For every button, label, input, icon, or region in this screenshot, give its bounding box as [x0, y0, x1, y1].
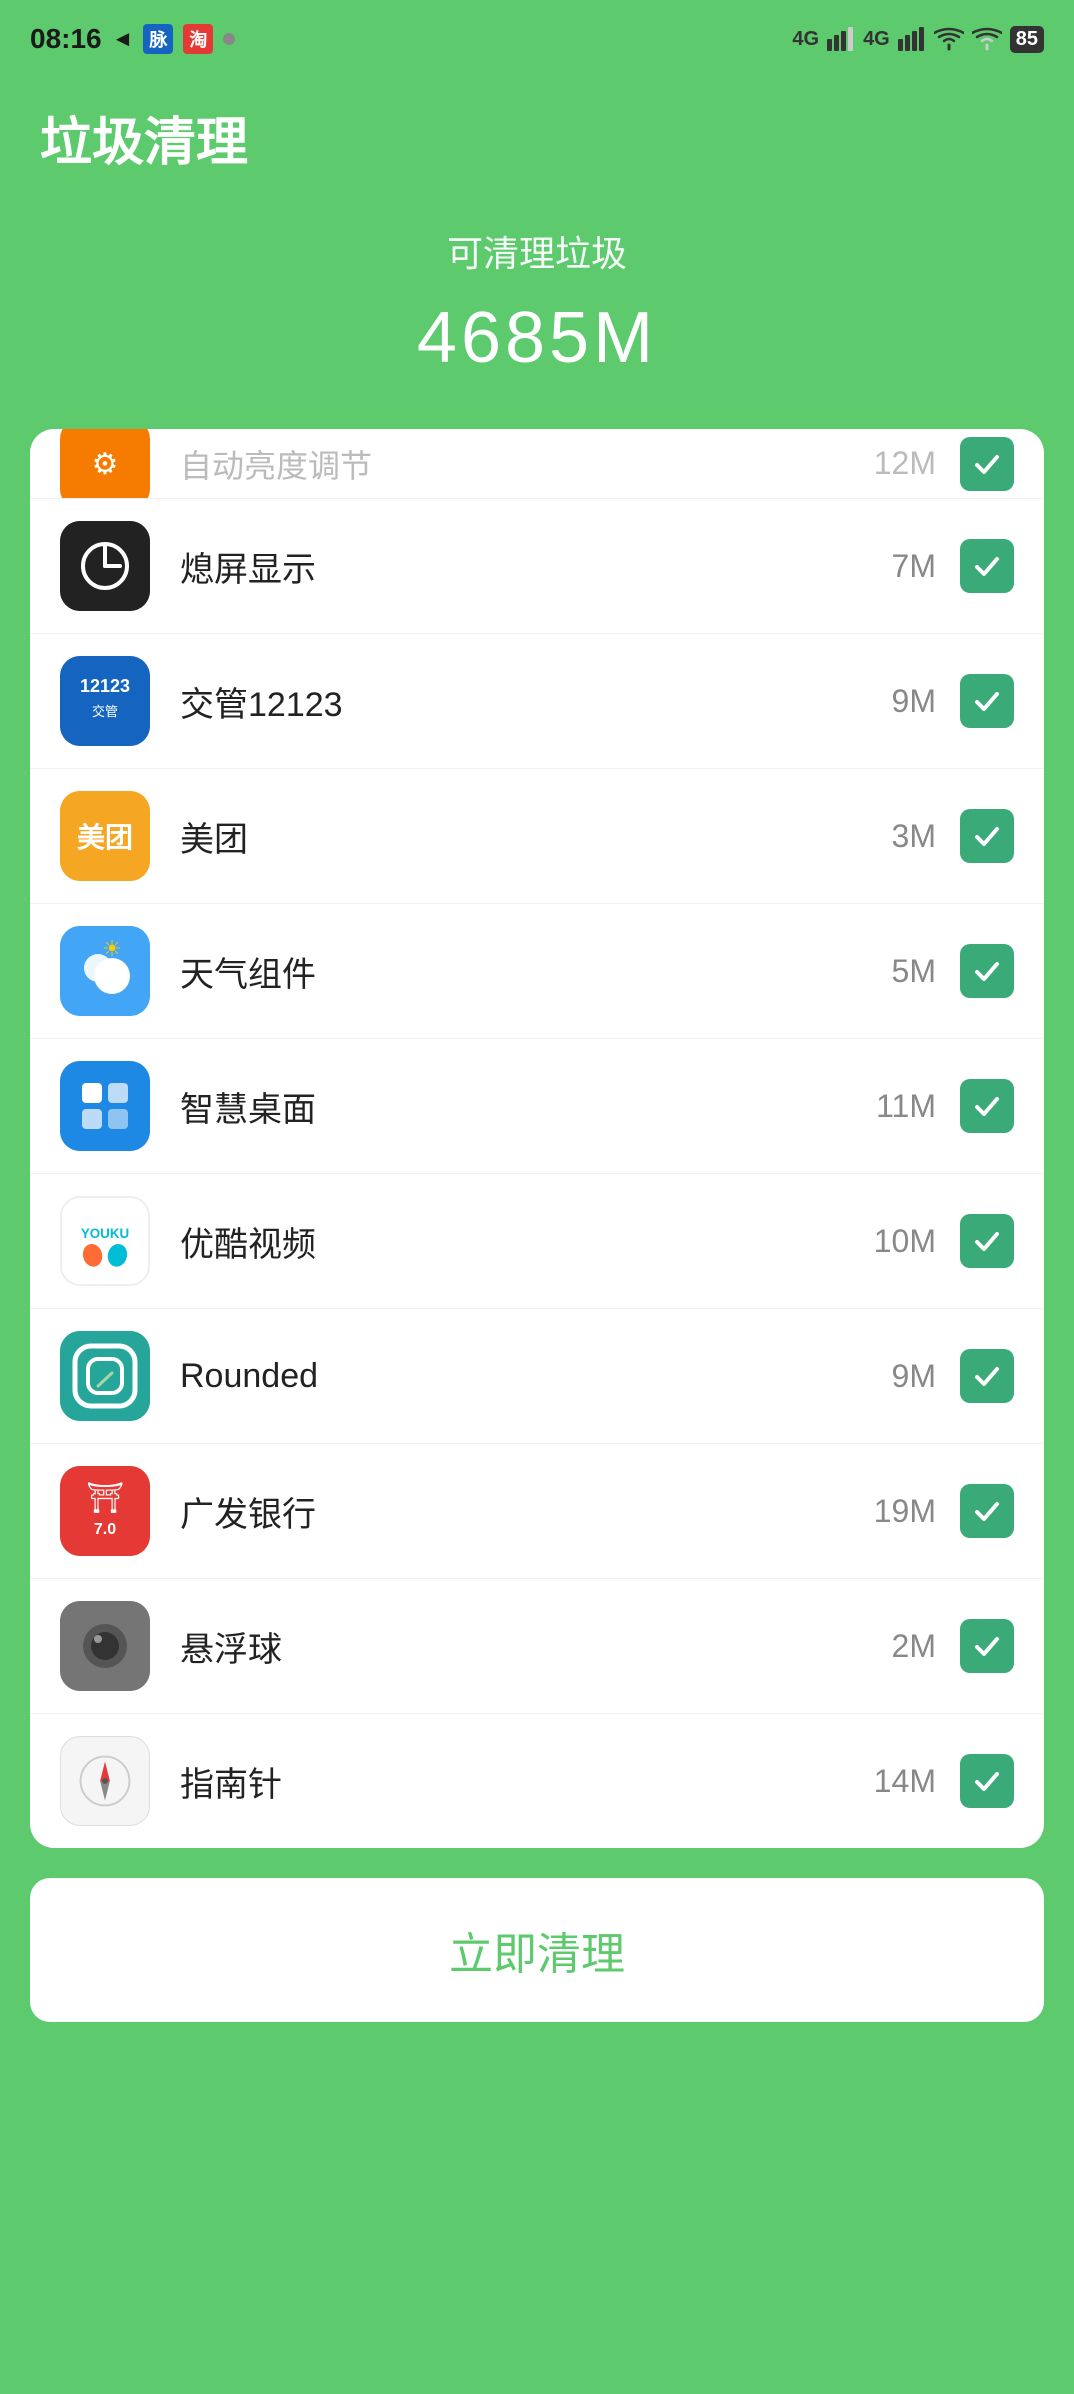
app-icon-guangfa: ⛩ 7.0	[60, 1466, 150, 1556]
list-item: 智慧桌面 11M	[30, 1039, 1044, 1174]
wifi-2-icon	[972, 27, 1002, 51]
app-name-meituan: 美团	[180, 812, 856, 861]
app-size-desktop: 11M	[856, 1088, 936, 1125]
hero-size: 4685M	[20, 297, 1054, 379]
header: 垃圾清理	[0, 70, 1074, 185]
svg-text:☀: ☀	[102, 936, 122, 961]
signal-4g-2-icon: 4G	[863, 28, 890, 51]
svg-text:7.0: 7.0	[94, 1521, 116, 1538]
app-icon-compass	[60, 1736, 150, 1826]
app-row-partial: ⚙ 自动亮度调节 12M	[30, 429, 1044, 499]
svg-text:⛩: ⛩	[86, 1482, 124, 1515]
checkbox-youku[interactable]	[960, 1214, 1014, 1268]
app-icon-jiaoguan: 12123 交管	[60, 656, 150, 746]
app-size-weather: 5M	[856, 953, 936, 990]
signal-bars-icon	[827, 27, 855, 51]
dot-icon	[223, 33, 235, 45]
app-name-weather: 天气组件	[180, 947, 856, 996]
battery-indicator: 85	[1010, 26, 1044, 53]
wifi-icon	[934, 27, 964, 51]
checkbox-meituan[interactable]	[960, 809, 1014, 863]
checkbox-weather[interactable]	[960, 944, 1014, 998]
app-icon-desktop	[60, 1061, 150, 1151]
app-size-float: 2M	[856, 1628, 936, 1665]
app-icon-aodisplay	[60, 521, 150, 611]
list-item: 指南针 14M	[30, 1714, 1044, 1848]
svg-text:YOUKU: YOUKU	[81, 1226, 129, 1241]
status-right: 4G 4G 85	[792, 26, 1044, 53]
app-name-jiaoguan: 交管12123	[180, 677, 856, 726]
app-icon-meituan: 美团	[60, 791, 150, 881]
app-size-jiaoguan: 9M	[856, 683, 936, 720]
checkbox-guangfa[interactable]	[960, 1484, 1014, 1538]
checkbox-desktop[interactable]	[960, 1079, 1014, 1133]
checkbox-rounded[interactable]	[960, 1349, 1014, 1403]
partial-checkbox[interactable]	[960, 437, 1014, 491]
partial-app-name: 自动亮度调节	[180, 441, 856, 487]
app-size-guangfa: 19M	[856, 1493, 936, 1530]
partial-app-size: 12M	[856, 445, 936, 482]
checkbox-float[interactable]	[960, 1619, 1014, 1673]
app-icon-1: 脉	[143, 24, 173, 54]
app-size-compass: 14M	[856, 1763, 936, 1800]
status-bar: 08:16 ◄ 脉 淘 4G 4G 85	[0, 0, 1074, 70]
checkbox-compass[interactable]	[960, 1754, 1014, 1808]
hero-label: 可清理垃圾	[20, 225, 1054, 277]
battery-level: 85	[1016, 28, 1038, 51]
list-item: 熄屏显示 7M	[30, 499, 1044, 634]
list-item: Rounded 9M	[30, 1309, 1044, 1444]
app-icon-rounded	[60, 1331, 150, 1421]
app-name-float: 悬浮球	[180, 1622, 856, 1671]
signal-bars-2-icon	[898, 27, 926, 51]
app-icon-weather: ☀	[60, 926, 150, 1016]
app-name-desktop: 智慧桌面	[180, 1082, 856, 1131]
app-icon-float	[60, 1601, 150, 1691]
nav-icon: ◄	[112, 26, 134, 52]
signal-4g-icon: 4G	[792, 28, 819, 51]
app-icon-youku: YOUKU	[60, 1196, 150, 1286]
list-item: 悬浮球 2M	[30, 1579, 1044, 1714]
list-item: ☀ 天气组件 5M	[30, 904, 1044, 1039]
svg-text:⚙: ⚙	[92, 448, 119, 481]
app-size-aodisplay: 7M	[856, 548, 936, 585]
checkbox-aodisplay[interactable]	[960, 539, 1014, 593]
app-name-rounded: Rounded	[180, 1357, 856, 1396]
list-item: 12123 交管 交管12123 9M	[30, 634, 1044, 769]
app-icon-2: 淘	[183, 24, 213, 54]
hero-section: 可清理垃圾 4685M	[0, 185, 1074, 429]
app-name-youku: 优酷视频	[180, 1217, 856, 1266]
page-title: 垃圾清理	[40, 100, 1034, 175]
clean-button[interactable]: 立即清理	[30, 1878, 1044, 2022]
status-left: 08:16 ◄ 脉 淘	[30, 23, 235, 55]
time-display: 08:16	[30, 23, 102, 55]
app-name-aodisplay: 熄屏显示	[180, 542, 856, 591]
app-size-meituan: 3M	[856, 818, 936, 855]
checkbox-jiaoguan[interactable]	[960, 674, 1014, 728]
list-item: YOUKU 优酷视频 10M	[30, 1174, 1044, 1309]
list-item: 美团 美团 3M	[30, 769, 1044, 904]
svg-text:交管: 交管	[92, 704, 118, 719]
list-item: ⛩ 7.0 广发银行 19M	[30, 1444, 1044, 1579]
svg-text:12123: 12123	[80, 676, 130, 696]
app-name-guangfa: 广发银行	[180, 1487, 856, 1536]
app-name-compass: 指南针	[180, 1757, 856, 1806]
app-size-youku: 10M	[856, 1223, 936, 1260]
partial-app-icon: ⚙	[60, 429, 150, 499]
app-list-card: ⚙ 自动亮度调节 12M 熄屏显示 7M 12123交管 交管12123 9M …	[30, 429, 1044, 1848]
app-size-rounded: 9M	[856, 1358, 936, 1395]
svg-text:美团: 美团	[77, 822, 133, 853]
bottom-button-wrapper: 立即清理	[30, 1878, 1044, 2022]
